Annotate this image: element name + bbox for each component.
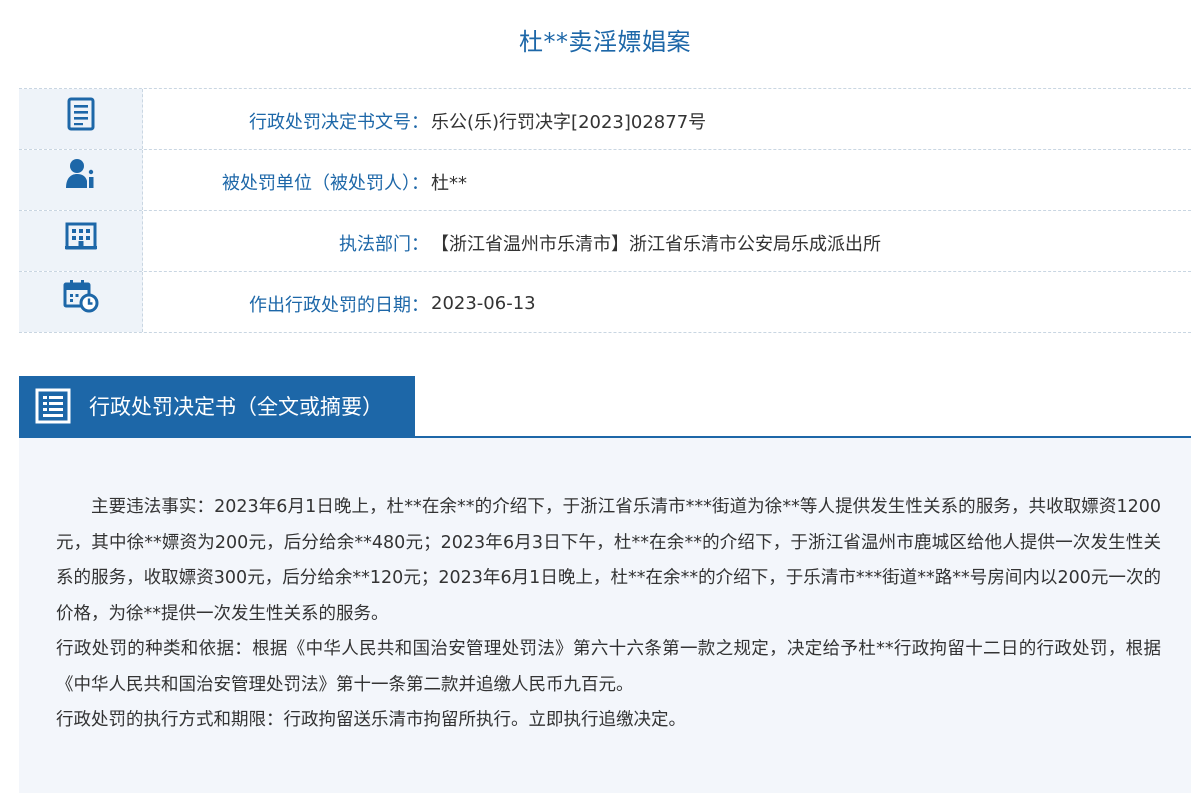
info-icon-cell — [19, 211, 143, 271]
section-tab: 行政处罚决定书（全文或摘要） — [19, 376, 415, 436]
info-label: 执法部门： — [339, 233, 429, 255]
decision-content: 主要违法事实：2023年6月1日晚上，杜**在余**的介绍下，于浙江省乐清市**… — [19, 438, 1191, 793]
info-value: 【浙江省温州市乐清市】浙江省乐清市公安局乐成派出所 — [431, 233, 881, 255]
info-label: 被处罚单位（被处罚人）： — [222, 172, 429, 194]
info-row-enforcement-department: 执法部门： 【浙江省温州市乐清市】浙江省乐清市公安局乐成派出所 — [19, 211, 1191, 272]
info-icon-cell — [19, 150, 143, 210]
info-content: 执法部门： 【浙江省温州市乐清市】浙江省乐清市公安局乐成派出所 — [143, 211, 1191, 271]
person-icon — [64, 157, 98, 191]
section-title: 行政处罚决定书（全文或摘要） — [89, 395, 383, 419]
info-content: 行政处罚决定书文号： 乐公(乐)行罚决字[2023]02877号 — [143, 89, 1191, 149]
info-label: 作出行政处罚的日期： — [249, 294, 429, 316]
penalty-basis-paragraph: 行政处罚的种类和依据：根据《中华人民共和国治安管理处罚法》第六十六条第一款之规定… — [56, 639, 1161, 695]
info-value: 2023-06-13 — [431, 293, 536, 314]
main-facts-paragraph: 主要违法事实：2023年6月1日晚上，杜**在余**的介绍下，于浙江省乐清市**… — [56, 497, 1161, 624]
info-content: 被处罚单位（被处罚人）： 杜** — [143, 150, 1191, 210]
execution-paragraph: 行政处罚的执行方式和期限：行政拘留送乐清市拘留所执行。立即执行追缴决定。 — [56, 710, 686, 730]
document-icon — [65, 96, 97, 132]
info-value: 乐公(乐)行罚决字[2023]02877号 — [431, 111, 707, 133]
info-row-decision-date: 作出行政处罚的日期： 2023-06-13 — [19, 272, 1191, 333]
page-title: 杜**卖淫嫖娼案 — [519, 28, 691, 56]
info-table: 行政处罚决定书文号： 乐公(乐)行罚决字[2023]02877号 被处罚单位（被… — [19, 88, 1191, 333]
section-header: 行政处罚决定书（全文或摘要） — [19, 376, 1191, 438]
document-list-icon — [31, 386, 75, 426]
info-content: 作出行政处罚的日期： 2023-06-13 — [143, 272, 1191, 332]
info-value: 杜** — [431, 172, 467, 194]
info-label: 行政处罚决定书文号： — [249, 111, 429, 133]
info-icon-cell — [19, 272, 143, 332]
calendar-clock-icon — [63, 279, 99, 313]
info-row-document-number: 行政处罚决定书文号： 乐公(乐)行罚决字[2023]02877号 — [19, 89, 1191, 150]
building-icon — [64, 218, 98, 252]
info-icon-cell — [19, 89, 143, 149]
info-row-penalized-party: 被处罚单位（被处罚人）： 杜** — [19, 150, 1191, 211]
